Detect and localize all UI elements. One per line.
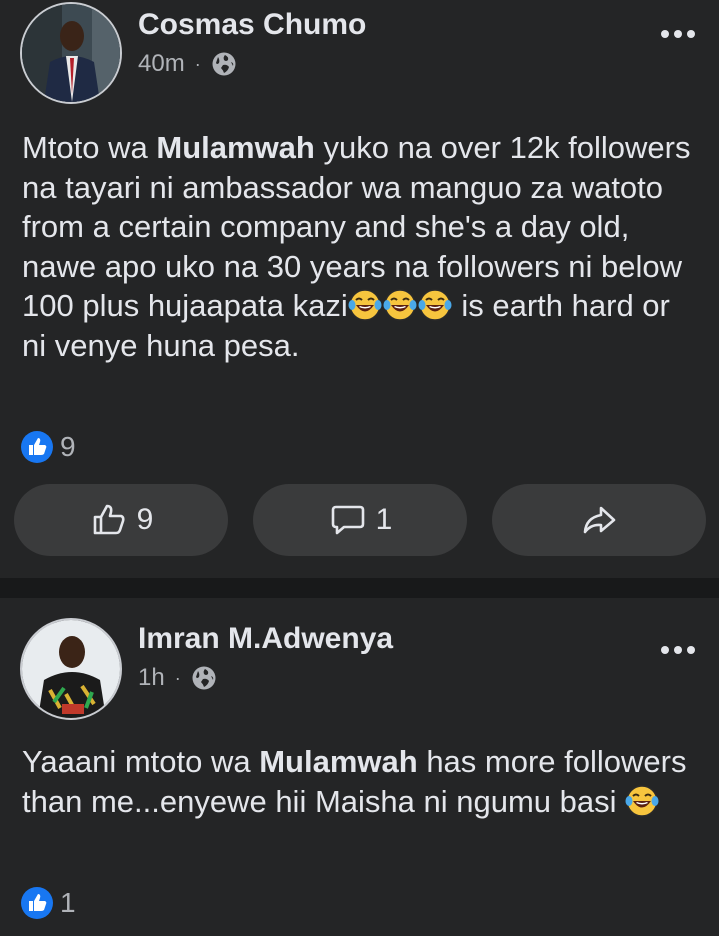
reaction-summary[interactable]: 1 <box>20 886 76 920</box>
avatar[interactable] <box>20 2 122 104</box>
post-card: Cosmas Chumo 40m · Mtoto wa Mulamwah yuk… <box>0 0 719 578</box>
like-reaction-icon <box>21 887 53 919</box>
post-card: Imran M.Adwenya 1h · Yaaani mtoto wa Mul… <box>0 598 719 936</box>
post-text: Mtoto wa Mulamwah yuko na over 12k follo… <box>22 128 702 365</box>
reaction-count: 9 <box>60 431 76 462</box>
comment-icon <box>331 505 364 535</box>
post-text-segment: Yaaani mtoto wa <box>22 744 260 779</box>
author-name[interactable]: Cosmas Chumo <box>138 8 366 42</box>
post-text: Yaaani mtoto wa Mulamwah has more follow… <box>22 742 702 821</box>
post-text-segment: Mtoto wa <box>22 130 157 165</box>
like-button[interactable]: 9 <box>14 484 228 556</box>
like-reaction-icon <box>21 431 53 463</box>
meta-separator: · <box>194 53 201 74</box>
reaction-count: 1 <box>60 887 76 918</box>
post-meta: 1h · <box>138 664 217 692</box>
laughing-tears-icon <box>418 289 452 321</box>
laughing-tears-icon <box>383 289 417 321</box>
comment-count: 1 <box>375 503 393 536</box>
meta-separator: · <box>174 667 181 688</box>
mentioned-name[interactable]: Mulamwah <box>259 744 417 779</box>
globe-icon <box>212 52 236 76</box>
post-time[interactable]: 40m <box>138 50 185 78</box>
more-options-icon[interactable] <box>661 30 695 38</box>
globe-icon <box>192 666 216 690</box>
comment-button[interactable]: 1 <box>253 484 467 556</box>
share-button[interactable] <box>492 484 706 556</box>
mentioned-name[interactable]: Mulamwah <box>156 130 314 165</box>
avatar[interactable] <box>20 618 122 720</box>
like-count: 9 <box>136 503 154 536</box>
post-time[interactable]: 1h <box>138 664 165 692</box>
reaction-summary[interactable]: 9 <box>20 430 76 464</box>
laughing-tears-icon <box>348 289 382 321</box>
more-options-icon[interactable] <box>661 646 695 654</box>
author-name[interactable]: Imran M.Adwenya <box>138 622 393 656</box>
share-icon <box>583 506 616 534</box>
post-meta: 40m · <box>138 50 237 78</box>
post-divider <box>0 578 719 598</box>
laughing-tears-icon <box>625 784 659 817</box>
thumbs-up-icon <box>93 504 125 535</box>
